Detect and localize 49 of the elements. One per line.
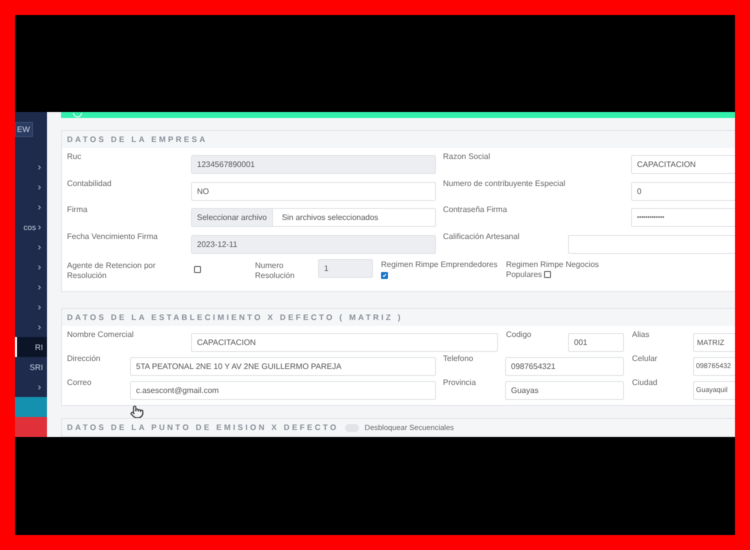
field-label: Dirección: [67, 353, 102, 364]
sidebar-item[interactable]: RI: [15, 337, 47, 357]
checkbox[interactable]: [544, 271, 552, 278]
field-label: Telefono: [443, 353, 474, 364]
input-field[interactable]: 5TA PEATONAL 2NE 10 Y AV 2NE GUILLERMO PAREJA: [130, 357, 436, 376]
input-field[interactable]: NO: [191, 182, 436, 200]
input-field[interactable]: 1234567890001: [191, 155, 436, 174]
field-label: Razon Social: [443, 151, 492, 162]
field-label: Ruc: [67, 151, 82, 162]
menu-badge[interactable]: EW: [15, 122, 33, 137]
checkbox[interactable]: [381, 272, 388, 279]
field-label: Agente de Retencion por Resolución: [67, 260, 157, 281]
sidebar-item[interactable]: [15, 417, 47, 437]
field-label: Numero de contribuyente Especial: [443, 178, 566, 188]
field-label: Ciudad: [632, 377, 658, 388]
field-label: Firma: [67, 204, 88, 215]
input-field[interactable]: 1: [318, 259, 373, 278]
field-label: Codigo: [506, 329, 532, 340]
field-label: Regimen Rimpe Negocios Populares: [506, 259, 600, 280]
input-field[interactable]: 2023-12-11: [191, 234, 436, 254]
field-label: Calificación Artesanal: [443, 230, 520, 242]
sidebar-item[interactable]: cos: [15, 217, 47, 237]
field-label: Correo: [67, 377, 92, 388]
input-field[interactable]: 0987654321: [505, 357, 624, 376]
field-label: Fecha Vencimiento Firma: [67, 230, 159, 242]
field-label: Numero Resolución: [255, 260, 296, 281]
checkbox[interactable]: [194, 266, 201, 274]
input-field[interactable]: [568, 234, 735, 254]
sidebar-item[interactable]: [15, 397, 47, 417]
field-label: Alias: [632, 329, 650, 340]
file-input[interactable]: Seleccionar archivo Sin archivos seleccionados: [191, 208, 436, 227]
field-label: Nombre Comercial: [67, 329, 135, 340]
input-field[interactable]: 001: [568, 333, 624, 352]
field-label: Regimen Rimpe Emprendedores: [381, 259, 498, 270]
section-title: DATOS DE LA EMPRESA: [67, 135, 208, 144]
field-label: Contraseña Firma: [443, 204, 508, 215]
section-title: DATOS DE LA ESTABLECIMIENTO X DEFECTO ( MATRIZ ): [67, 313, 403, 322]
input-field[interactable]: Guayas: [505, 381, 624, 400]
field-label: Provincia: [443, 377, 477, 388]
input-field[interactable]: CAPACITACION: [631, 155, 735, 174]
input-field[interactable]: 0: [631, 182, 735, 200]
sidebar-item[interactable]: SRI: [15, 357, 47, 377]
choose-file-button[interactable]: Seleccionar archivo: [192, 209, 273, 226]
input-field[interactable]: c.asescont@gmail.com: [130, 381, 436, 400]
field-label: Contabilidad: [67, 178, 112, 188]
field-label: Celular: [632, 353, 658, 364]
section-title: DATOS DE LA PUNTO DE EMISION X DEFECTO: [67, 423, 339, 432]
file-status: Sin archivos seleccionados: [280, 213, 378, 222]
input-field[interactable]: CAPACITACION: [191, 333, 498, 352]
